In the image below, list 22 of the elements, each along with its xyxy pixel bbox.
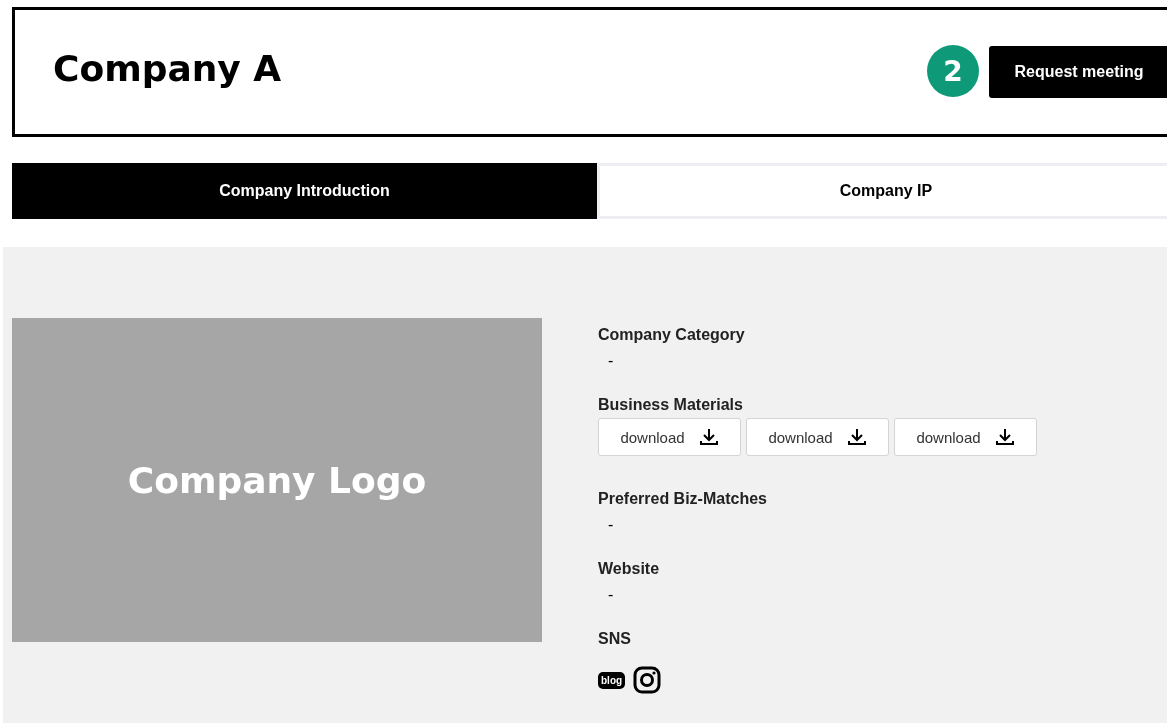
field-value: - bbox=[608, 516, 615, 534]
request-meeting-button[interactable]: Request meeting bbox=[989, 46, 1167, 98]
download-button[interactable]: download bbox=[746, 418, 889, 456]
tab[interactable]: Company Introduction bbox=[12, 163, 597, 219]
download-icon bbox=[698, 428, 719, 446]
field-label: Business Materials bbox=[598, 396, 744, 414]
download-icon bbox=[846, 428, 867, 446]
instagram-icon[interactable] bbox=[633, 666, 662, 694]
field-value: - bbox=[608, 352, 615, 370]
company-title: Company A bbox=[53, 48, 283, 89]
download-button[interactable]: download bbox=[598, 418, 741, 456]
field-label: SNS bbox=[598, 630, 632, 648]
field-label: Preferred Biz-Matches bbox=[598, 490, 768, 508]
logo-label: Company Logo bbox=[127, 459, 427, 501]
step-badge: 2 bbox=[927, 45, 979, 97]
field-value: - bbox=[608, 586, 615, 604]
field-label: Company Category bbox=[598, 326, 746, 344]
tab[interactable]: Company IP bbox=[597, 163, 1167, 219]
blog-icon[interactable]: blog bbox=[598, 671, 626, 689]
download-button[interactable]: download bbox=[894, 418, 1037, 456]
download-icon bbox=[994, 428, 1015, 446]
field-label: Website bbox=[598, 560, 661, 578]
